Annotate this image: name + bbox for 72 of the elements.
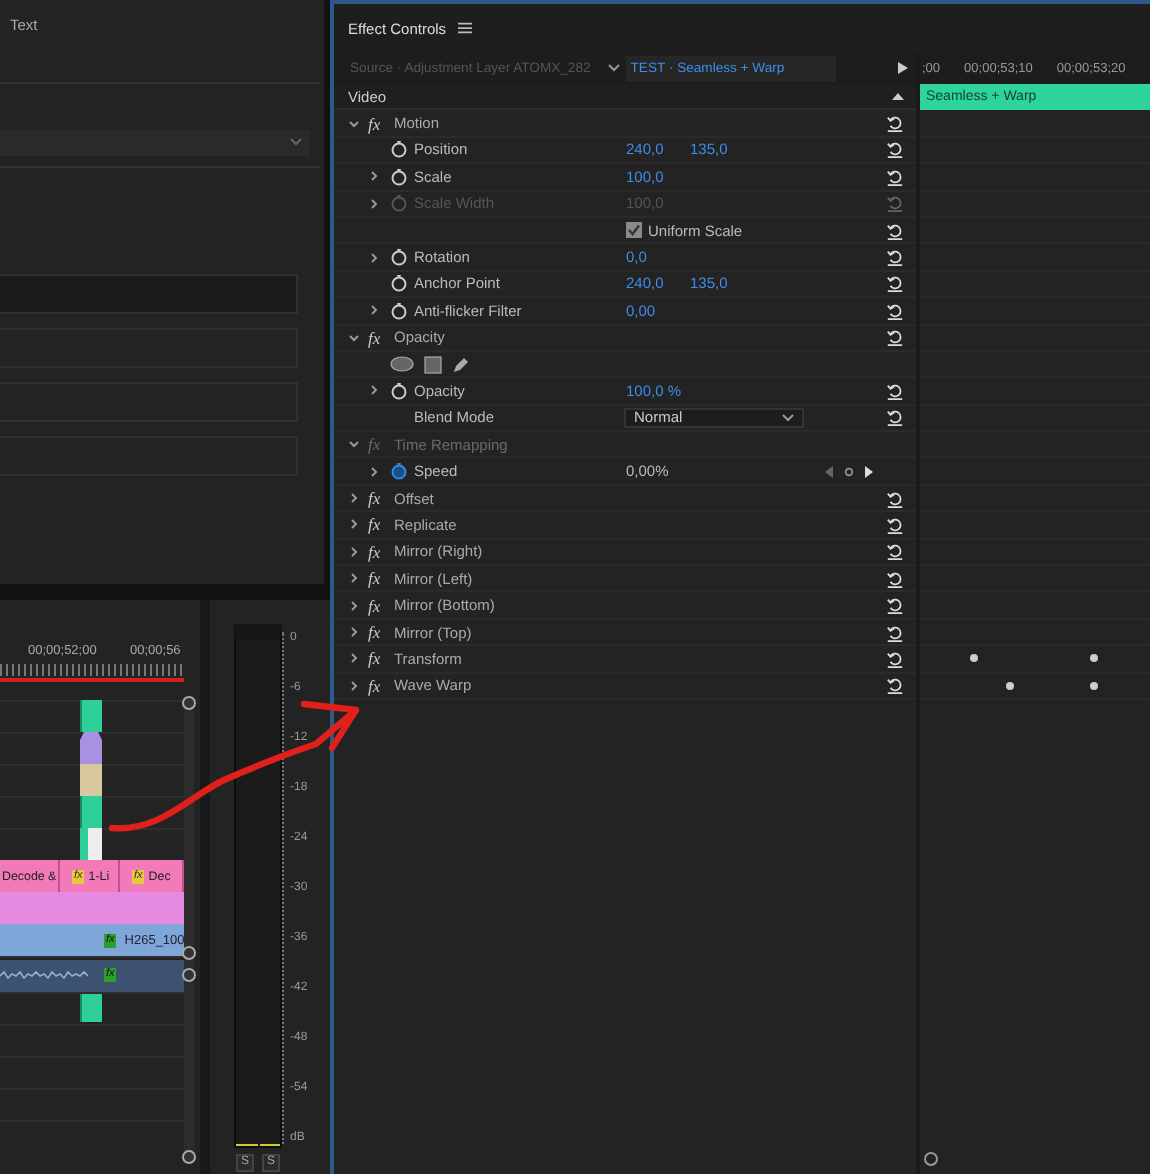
play-icon[interactable] — [898, 62, 908, 74]
add-keyframe-icon[interactable] — [844, 465, 854, 478]
reset-icon[interactable] — [886, 649, 904, 668]
reset-icon[interactable] — [886, 274, 904, 293]
clip[interactable] — [80, 700, 102, 732]
fx-badge[interactable]: fx — [368, 622, 394, 642]
fx-badge[interactable]: fx — [368, 514, 394, 535]
stopwatch-icon[interactable] — [390, 462, 408, 481]
reset-icon[interactable] — [886, 569, 904, 588]
scroll-handle[interactable] — [182, 696, 196, 710]
reset-icon[interactable] — [886, 515, 904, 534]
ellipse-mask-icon[interactable] — [390, 356, 414, 373]
fx-badge[interactable]: fx — [368, 327, 394, 348]
chevron-down-icon[interactable] — [348, 117, 360, 130]
reset-icon[interactable] — [886, 140, 904, 159]
chevron-down-icon — [782, 413, 794, 422]
clip[interactable] — [80, 764, 102, 796]
chevron-right-icon[interactable] — [368, 465, 380, 478]
fx-badge[interactable]: fx — [368, 568, 394, 589]
keyframe-dot[interactable] — [1090, 681, 1098, 690]
reset-icon[interactable] — [886, 542, 904, 561]
clip[interactable] — [80, 828, 102, 860]
waveform-drawing — [0, 968, 88, 984]
reset-icon[interactable] — [886, 221, 904, 240]
previous-keyframe-icon[interactable] — [824, 465, 834, 478]
chevron-right-icon[interactable] — [368, 384, 380, 397]
chevron-right-icon[interactable] — [348, 652, 360, 665]
reset-icon[interactable] — [886, 167, 904, 186]
reset-icon[interactable] — [886, 408, 904, 427]
chevron-right-icon[interactable] — [368, 251, 380, 264]
collapse-icon[interactable] — [892, 92, 904, 101]
next-keyframe-icon[interactable] — [864, 465, 874, 478]
clip[interactable] — [80, 796, 102, 828]
fx-badge[interactable]: fx — [368, 595, 394, 616]
reset-icon[interactable] — [886, 676, 904, 695]
fx-badge[interactable]: fx — [368, 541, 394, 562]
reset-icon[interactable] — [886, 381, 904, 400]
scroll-handle[interactable] — [924, 1152, 938, 1166]
chevron-right-icon[interactable] — [348, 679, 360, 692]
fx-badge[interactable]: fx — [368, 113, 394, 134]
reset-icon[interactable] — [886, 489, 904, 508]
keyframe-dot[interactable] — [1006, 681, 1014, 690]
reset-icon[interactable] — [886, 248, 904, 267]
chevron-right-icon[interactable] — [348, 572, 360, 585]
fx-badge[interactable]: fx — [368, 648, 394, 669]
keyframe-dot[interactable] — [970, 654, 978, 663]
time-ruler[interactable] — [0, 664, 184, 676]
pen-icon[interactable] — [452, 355, 470, 374]
chevron-right-icon[interactable] — [348, 492, 360, 505]
chevron-right-icon[interactable] — [348, 545, 360, 558]
reset-icon[interactable] — [886, 114, 904, 133]
fx-badge[interactable]: fx — [368, 488, 394, 509]
reset-icon[interactable] — [886, 623, 904, 641]
chevron-right-icon[interactable] — [348, 518, 360, 531]
chevron-right-icon[interactable] — [368, 170, 380, 183]
reset-icon[interactable] — [886, 596, 904, 615]
fx-badge[interactable]: fx — [368, 675, 394, 696]
reset-icon[interactable] — [886, 328, 904, 347]
reset-icon[interactable] — [886, 301, 904, 320]
chevron-down-icon[interactable] — [608, 64, 621, 72]
keyframe-dot[interactable] — [1090, 654, 1098, 663]
chevron-down-icon — [290, 138, 302, 146]
scroll-handle[interactable] — [182, 1150, 196, 1164]
transition-clip[interactable] — [80, 732, 102, 764]
menu-icon[interactable] — [458, 22, 473, 34]
chevron-right-icon[interactable] — [368, 304, 380, 317]
chevron-right-icon[interactable] — [348, 599, 360, 612]
chevron-down-icon[interactable] — [348, 331, 360, 344]
rectangle-mask-icon[interactable] — [424, 355, 442, 374]
chevron-right-icon[interactable] — [348, 626, 360, 638]
checkbox[interactable] — [626, 222, 642, 239]
clip[interactable] — [0, 892, 184, 924]
